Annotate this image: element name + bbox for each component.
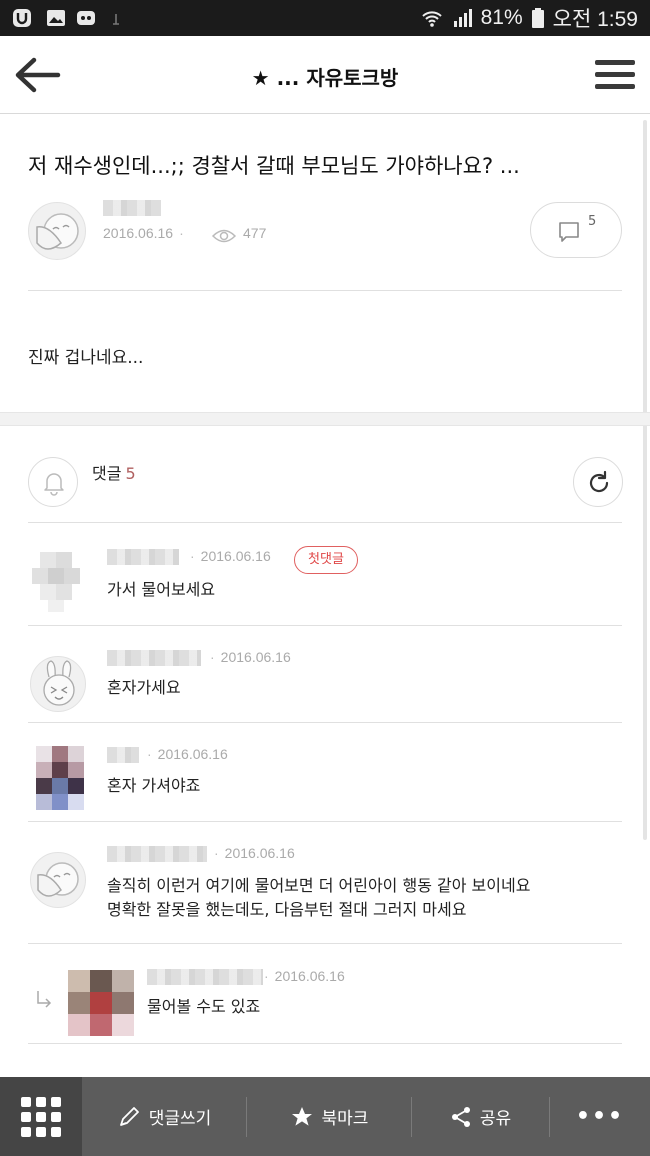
image-icon [47, 10, 65, 26]
comment-text: 혼자가세요 [107, 678, 181, 697]
commenter-name-blurred [107, 846, 207, 862]
comment-count-button[interactable]: 5 [530, 202, 622, 258]
comments-label: 댓글 [92, 464, 122, 483]
divider [28, 290, 622, 291]
signal-icon [453, 9, 472, 27]
pencil-icon [119, 1106, 139, 1126]
status-bar: 81% 오전 1:59 [0, 0, 650, 36]
grid-menu-button[interactable] [0, 1077, 82, 1156]
app-logo-icon [13, 9, 31, 27]
board-title[interactable]: ★ ... 자유토크방 [0, 62, 650, 91]
bookmark-button[interactable]: 북마크 [247, 1077, 411, 1156]
comment-date: · 2016.06.16 [190, 548, 271, 564]
gamepad-icon [77, 11, 95, 25]
comment-text-line2: 명확한 잘못을 했는데도, 다음부턴 절대 그러지 마세요 [107, 900, 467, 919]
comment-avatar[interactable] [30, 656, 86, 712]
divider [28, 522, 622, 523]
commenter-name-blurred [147, 969, 263, 985]
bookmark-label: 북마크 [321, 1109, 369, 1129]
comment-text-line1: 솔직히 이런거 여기에 물어보면 더 어린아이 행동 같아 보이네요 [107, 876, 531, 895]
comment-text: 가서 물어보세요 [107, 580, 216, 599]
bell-icon [44, 473, 64, 496]
write-comment-button[interactable]: 댓글쓰기 [82, 1077, 246, 1156]
comments-header: 댓글 5 [92, 460, 136, 484]
bottom-toolbar: 댓글쓰기 북마크 공유 ••• [0, 1077, 650, 1156]
author-name-blurred [103, 200, 161, 216]
comment-avatar[interactable] [32, 546, 84, 612]
comment-bubble-icon [559, 222, 579, 242]
commenter-name-blurred [107, 549, 179, 565]
usb-icon [113, 14, 119, 25]
refresh-icon [589, 470, 609, 493]
star-icon [291, 1106, 312, 1126]
reply-avatar[interactable] [68, 970, 134, 1036]
comment-date: · 2016.06.16 [214, 845, 295, 861]
comment-date: · 2016.06.16 [210, 649, 291, 665]
commenter-name-blurred [107, 650, 201, 666]
notification-bell-button[interactable] [28, 457, 78, 507]
hamburger-menu-icon[interactable] [594, 56, 636, 94]
wifi-icon [421, 11, 442, 27]
divider [28, 943, 622, 944]
comment-date: · 2016.06.16 [264, 968, 345, 984]
share-button[interactable]: 공유 [412, 1077, 549, 1156]
battery-percent: 81% [480, 6, 523, 29]
divider [28, 821, 622, 822]
divider [28, 625, 622, 626]
view-count: 477 [243, 225, 267, 241]
bunny-face-icon [43, 660, 75, 706]
pixelated-avatar-icon [32, 552, 80, 612]
scrollbar[interactable] [643, 120, 647, 840]
photo-avatar-icon [68, 970, 134, 1036]
share-label: 공유 [479, 1109, 512, 1129]
comment-text: 혼자 가셔야죠 [107, 776, 201, 795]
commenter-name-blurred [107, 747, 139, 763]
eye-icon [211, 229, 237, 243]
comments-count: 5 [125, 464, 136, 483]
section-gap [0, 412, 650, 426]
reply-arrow-icon [37, 991, 52, 1008]
author-avatar[interactable] [28, 202, 86, 260]
share-icon [451, 1106, 470, 1127]
comment-count: 5 [588, 214, 597, 229]
refresh-button[interactable] [573, 457, 623, 507]
comment-avatar[interactable] [30, 852, 86, 908]
more-button[interactable]: ••• [550, 1077, 650, 1156]
divider [28, 722, 622, 723]
comment-date: · 2016.06.16 [147, 746, 228, 762]
post-date: 2016.06.16 [103, 225, 174, 241]
photo-avatar-icon [36, 746, 84, 810]
comment-avatar[interactable] [36, 746, 84, 810]
reply-text: 물어볼 수도 있죠 [147, 997, 261, 1016]
battery-icon [531, 8, 544, 28]
avatar-face-icon [37, 862, 79, 897]
post-meta: 2016.06.16 · [103, 225, 184, 241]
grid-icon [21, 1097, 61, 1137]
write-comment-label: 댓글쓰기 [148, 1109, 212, 1129]
post-title: 저 재수생인데...;; 경찰서 갈때 부모님도 가야하나요? ... [28, 154, 520, 178]
divider [28, 1043, 622, 1044]
first-comment-badge: 첫댓글 [294, 546, 358, 574]
avatar-face-icon [36, 213, 79, 250]
app-header: ★ ... 자유토크방 [0, 36, 650, 114]
post-body: 진짜 겁나네요... [28, 348, 144, 368]
clock: 오전 1:59 [552, 8, 638, 31]
